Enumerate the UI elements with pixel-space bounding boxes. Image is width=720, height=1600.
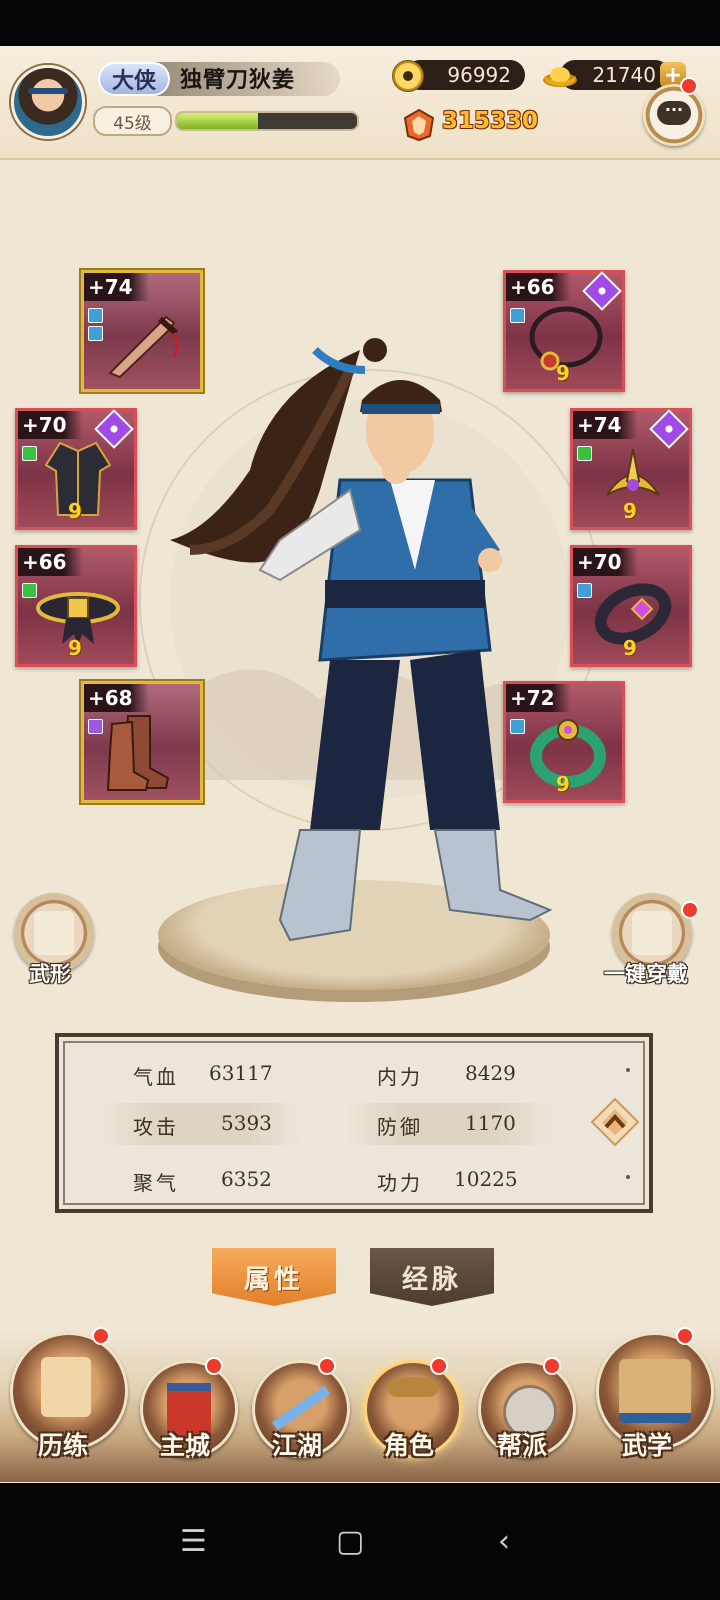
- nav-label: 主城: [159, 1431, 210, 1460]
- stat-value: 1170: [465, 1111, 516, 1135]
- expand-up-icon[interactable]: [590, 1097, 640, 1147]
- training-scroll-icon: [41, 1357, 91, 1417]
- stat-value: 8429: [465, 1061, 516, 1085]
- nav-label: 角色: [383, 1431, 434, 1460]
- back-chevron-icon[interactable]: ‹: [498, 1524, 510, 1559]
- player-level: 45级: [93, 106, 172, 136]
- chat-bubble-icon: ···: [657, 101, 691, 125]
- stat-highlight: [344, 1103, 554, 1145]
- martial-arts-books-icon: [619, 1359, 691, 1423]
- stat-value: 63117: [209, 1061, 273, 1085]
- auto-equip-label: 一键穿戴: [604, 961, 688, 986]
- stat-label: 内力: [377, 1065, 423, 1089]
- tier-mark: 9: [68, 499, 82, 523]
- character-portrait-icon: [387, 1377, 439, 1397]
- game-screen: 大侠 独臂刀狄姜 45级 96992 21740 + 315330 ··· +7…: [0, 0, 720, 1600]
- appearance-swap-icon: [34, 911, 74, 955]
- nav-notification-dot: [430, 1357, 448, 1375]
- nav-notification-dot: [318, 1357, 336, 1375]
- nav-label: 江湖: [271, 1431, 322, 1460]
- copper-coin-icon: [392, 60, 424, 92]
- combat-power-icon: [403, 108, 435, 142]
- equip-slot-robe[interactable]: +70 9: [15, 408, 137, 530]
- nav-notification-dot: [205, 1357, 223, 1375]
- gold-ingot-icon: [543, 67, 577, 87]
- nav-label: 帮派: [496, 1431, 547, 1460]
- nav-notification-dot: [92, 1327, 110, 1345]
- stat-label: 攻击: [133, 1115, 179, 1139]
- stat-label: 功力: [377, 1171, 423, 1195]
- stat-label: 气血: [133, 1065, 179, 1089]
- tab-bar: [0, 1240, 720, 1320]
- stat-row: 气血 63117 内力 8429: [59, 1053, 649, 1095]
- experience-fill: [177, 113, 258, 129]
- menu-icon[interactable]: ☰: [180, 1524, 207, 1559]
- equip-slot-headpiece[interactable]: +74 9: [570, 408, 692, 530]
- nav-label: 武学: [621, 1431, 672, 1460]
- chat-button[interactable]: ···: [643, 84, 705, 146]
- nav-notification-dot: [676, 1327, 694, 1345]
- stat-label: 防御: [377, 1115, 423, 1139]
- headband-decoration: [28, 88, 68, 94]
- stat-value: 5393: [221, 1111, 272, 1135]
- status-bar: [0, 0, 720, 46]
- rank-title-badge: 大侠: [98, 62, 170, 96]
- combat-power-value: 315330: [442, 108, 539, 134]
- stat-value: 6352: [221, 1167, 272, 1191]
- scroll-dot: [626, 1068, 630, 1072]
- attribute-panel: 气血 63117 内力 8429 攻击 5393 防御 1170 聚气 6352…: [55, 1033, 653, 1213]
- stat-row: 聚气 6352 功力 10225: [59, 1159, 649, 1201]
- tier-mark: 9: [68, 636, 82, 660]
- jianghu-sword-icon: [271, 1385, 331, 1431]
- stat-value: 10225: [454, 1167, 518, 1191]
- stat-row: 攻击 5393 防御 1170: [59, 1103, 649, 1145]
- experience-bar: [175, 111, 359, 131]
- player-avatar[interactable]: [11, 65, 85, 139]
- tier-mark: 9: [623, 636, 637, 660]
- chat-notification-dot: [680, 77, 698, 95]
- armor-swap-icon: [632, 911, 672, 955]
- tier-mark: 9: [623, 499, 637, 523]
- scroll-dot: [626, 1175, 630, 1179]
- nav-label: 历练: [37, 1431, 88, 1460]
- nav-notification-dot: [543, 1357, 561, 1375]
- equip-slot-bracer[interactable]: +70 9: [570, 545, 692, 667]
- stat-label: 聚气: [133, 1171, 179, 1195]
- player-name: 独臂刀狄姜: [180, 67, 296, 93]
- equip-slot-belt[interactable]: +66 9: [15, 545, 137, 667]
- stat-highlight: [99, 1103, 304, 1145]
- appearance-label: 武形: [29, 961, 71, 986]
- home-square-icon[interactable]: ▢: [336, 1524, 364, 1559]
- character-model[interactable]: [150, 330, 570, 970]
- auto-equip-notification-dot: [681, 901, 699, 919]
